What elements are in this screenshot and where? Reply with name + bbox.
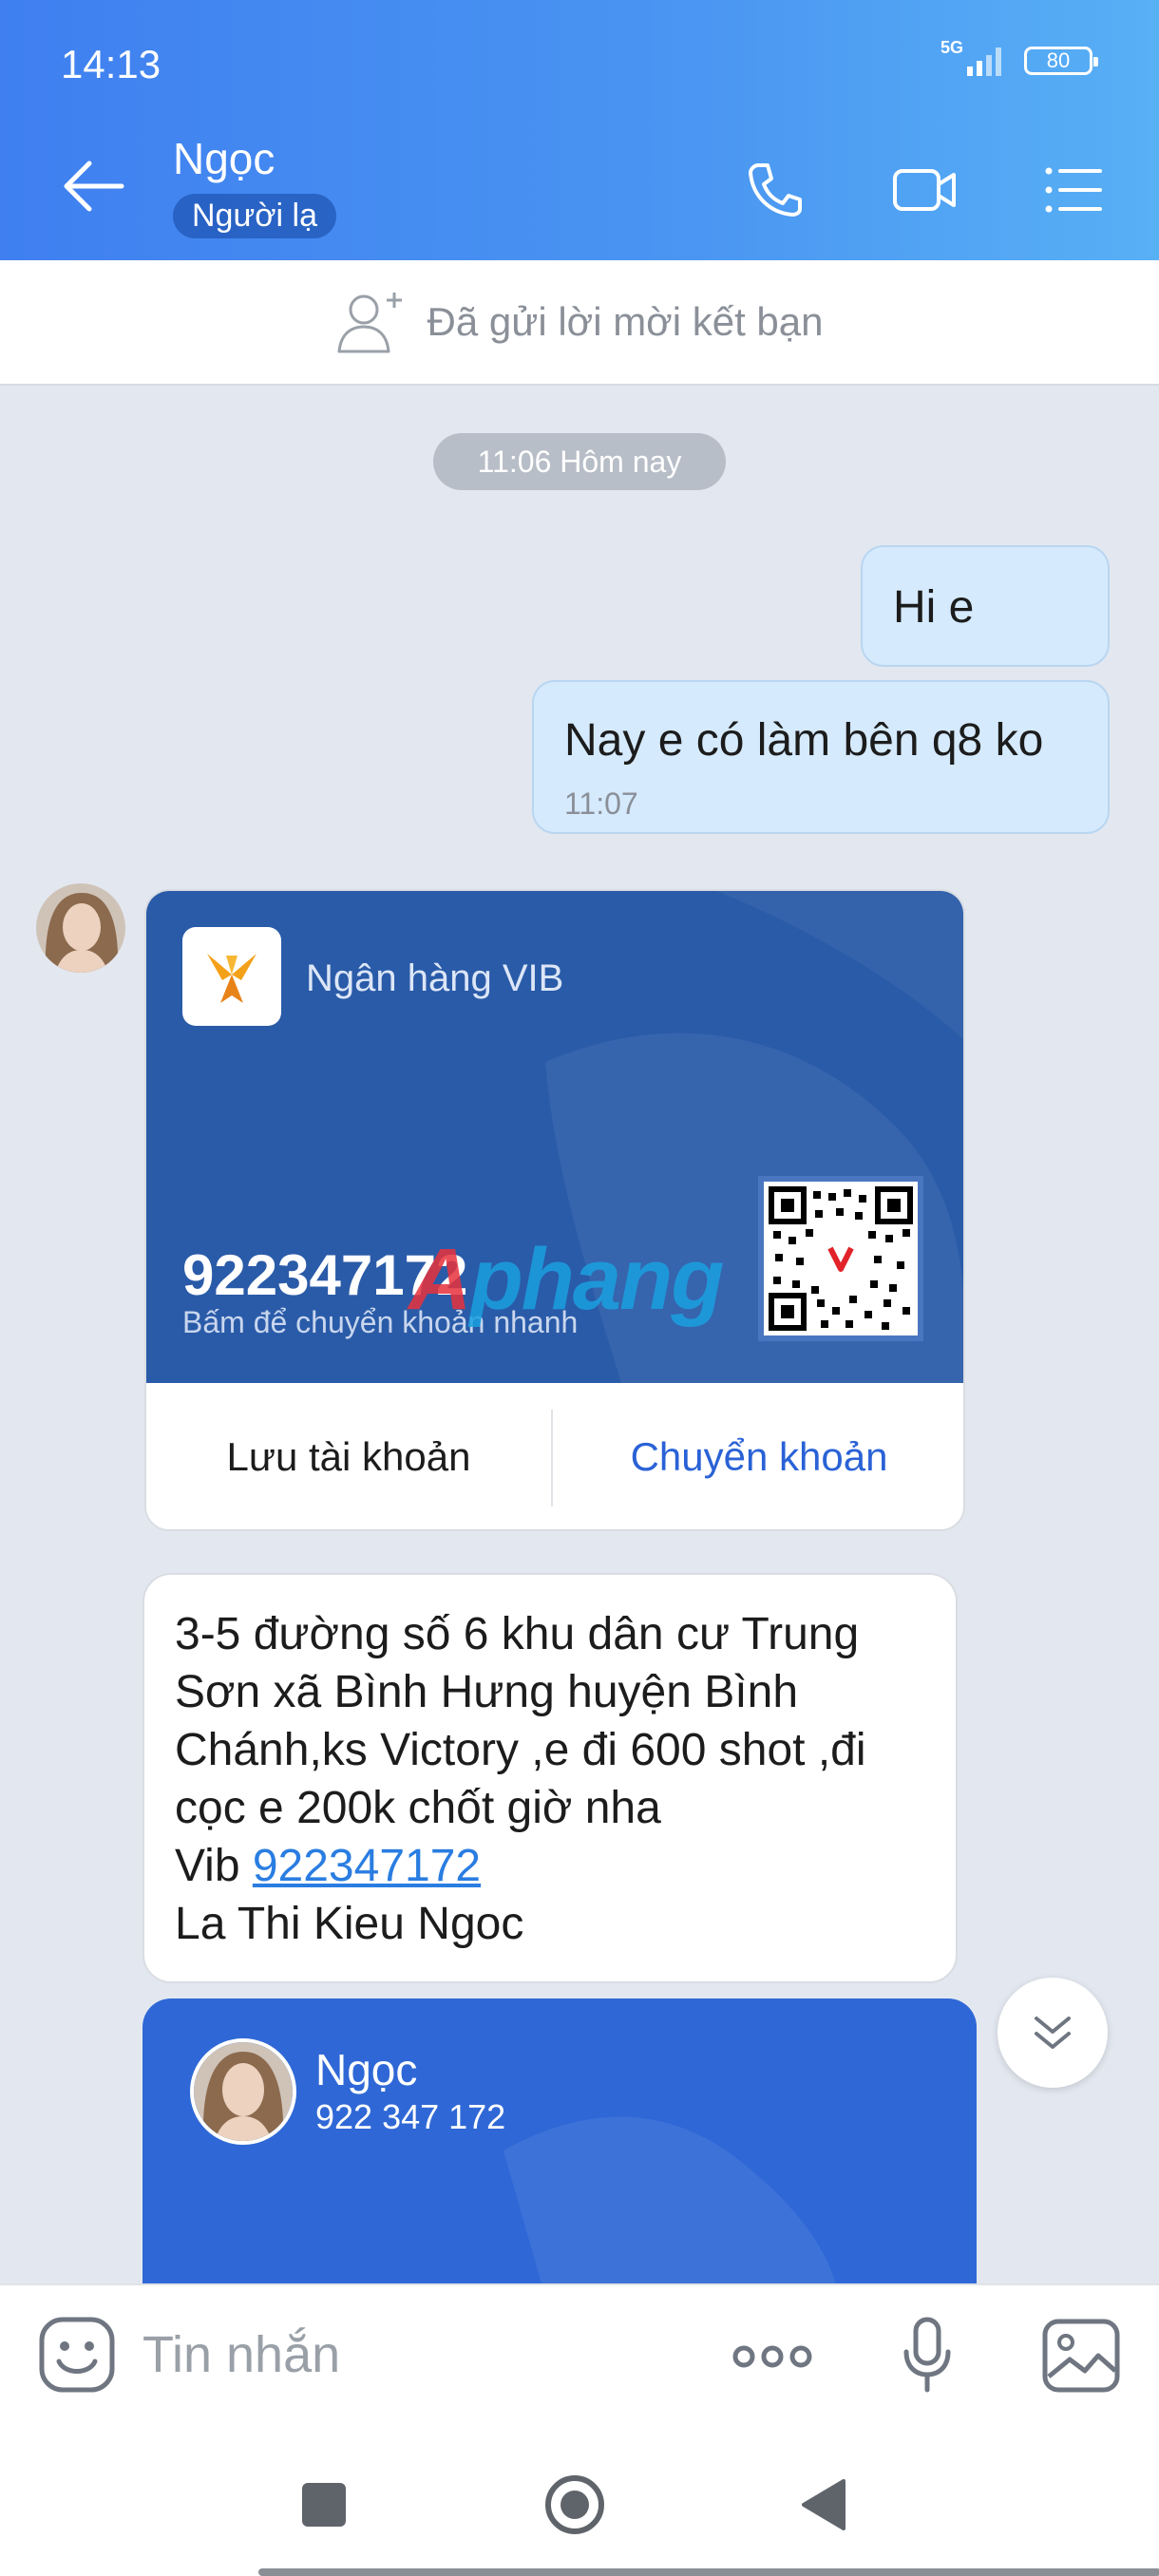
more-options-button[interactable] — [730, 2333, 815, 2380]
double-chevron-down-icon — [1035, 2017, 1071, 2049]
message-input[interactable]: Tin nhắn — [142, 2325, 340, 2384]
message-bubble-out[interactable]: Hi e — [861, 545, 1110, 667]
friend-request-bar[interactable]: Đã gửi lời mời kết bạn — [0, 260, 1159, 386]
message-line: 3-5 đường số 6 khu dân cư Trung — [175, 1609, 860, 1659]
save-account-button[interactable]: Lưu tài khoản — [146, 1383, 551, 1529]
home-circle-icon — [545, 2475, 604, 2534]
avatar-image — [36, 883, 125, 973]
bank-name: Ngân hàng VIB — [306, 957, 564, 999]
avatar-image — [194, 2042, 293, 2141]
message-text: Nay e có làm bên q8 ko — [564, 715, 1044, 766]
back-button[interactable] — [59, 152, 135, 220]
contact-avatar — [190, 2038, 296, 2145]
more-dots-icon — [732, 2345, 812, 2368]
message-bubble-out[interactable]: Nay e có làm bên q8 ko 11:07 — [532, 680, 1110, 834]
qr-code-icon — [769, 1186, 913, 1331]
contact-card-phone: 922 347 172 — [315, 2097, 506, 2136]
message-line: Chánh,ks Victory ,e đi 600 shot ,đi — [175, 1725, 866, 1775]
list-menu-icon — [1045, 167, 1102, 213]
scroll-to-bottom-button[interactable] — [998, 1978, 1108, 2088]
qr-code[interactable] — [758, 1176, 923, 1341]
message-line: Sơn xã Bình Hưng huyện Bình — [175, 1667, 799, 1717]
video-icon — [893, 169, 956, 211]
battery-icon: 80 — [1024, 47, 1098, 75]
sticker-button[interactable] — [38, 2316, 116, 2394]
message-line: cọc e 200k chốt giờ nha — [175, 1783, 661, 1833]
message-line: Vib 922347172 — [175, 1837, 925, 1895]
account-link[interactable]: 922347172 — [253, 1841, 481, 1891]
contact-card-pattern — [504, 2116, 836, 2283]
add-friend-icon — [337, 293, 403, 353]
gallery-button[interactable] — [1041, 2318, 1121, 2394]
sender-avatar[interactable] — [36, 883, 125, 973]
back-nav-button[interactable] — [800, 2477, 847, 2532]
friend-request-text: Đã gửi lời mời kết bạn — [427, 299, 824, 344]
recents-button[interactable] — [302, 2483, 346, 2527]
emoji-icon — [39, 2317, 115, 2393]
voice-button[interactable] — [901, 2316, 954, 2396]
contact-name[interactable]: Ngọc — [173, 133, 275, 184]
image-icon — [1042, 2319, 1120, 2393]
contact-card-name: Ngọc — [315, 2045, 418, 2094]
time-divider: 11:06 Hôm nay — [433, 433, 726, 490]
stranger-badge: Người lạ — [173, 194, 336, 238]
watermark: Aphang — [408, 1231, 724, 1328]
microphone-icon — [903, 2317, 951, 2393]
message-time: 11:07 — [564, 786, 638, 821]
transfer-button[interactable]: Chuyển khoản — [553, 1383, 963, 1529]
signal-icon: 5G — [940, 38, 1009, 80]
vib-logo-icon — [207, 954, 256, 1003]
status-icons: 5G 80 — [940, 38, 1098, 80]
back-triangle-icon — [802, 2479, 846, 2530]
message-line: La Thi Kieu Ngoc — [175, 1899, 524, 1949]
video-call-button[interactable] — [887, 152, 963, 228]
home-button[interactable] — [543, 2473, 606, 2536]
contact-card[interactable]: Ngọc 922 347 172 — [142, 1998, 977, 2283]
battery-level: 80 — [1046, 48, 1071, 72]
bank-account-card[interactable]: Ngân hàng VIB 922347172 Bấm để chuyển kh… — [144, 889, 965, 1531]
phone-icon — [749, 163, 802, 217]
message-bubble-in[interactable]: 3-5 đường số 6 khu dân cư Trung Sơn xã B… — [142, 1573, 958, 1983]
back-arrow-icon — [64, 161, 124, 212]
gesture-bar — [258, 2568, 1159, 2576]
call-button[interactable] — [737, 152, 813, 228]
status-time: 14:13 — [61, 42, 162, 86]
menu-button[interactable] — [1036, 152, 1112, 228]
message-text: Hi e — [893, 582, 975, 633]
bank-prefix: Vib — [175, 1841, 253, 1891]
vib-logo — [182, 927, 281, 1026]
